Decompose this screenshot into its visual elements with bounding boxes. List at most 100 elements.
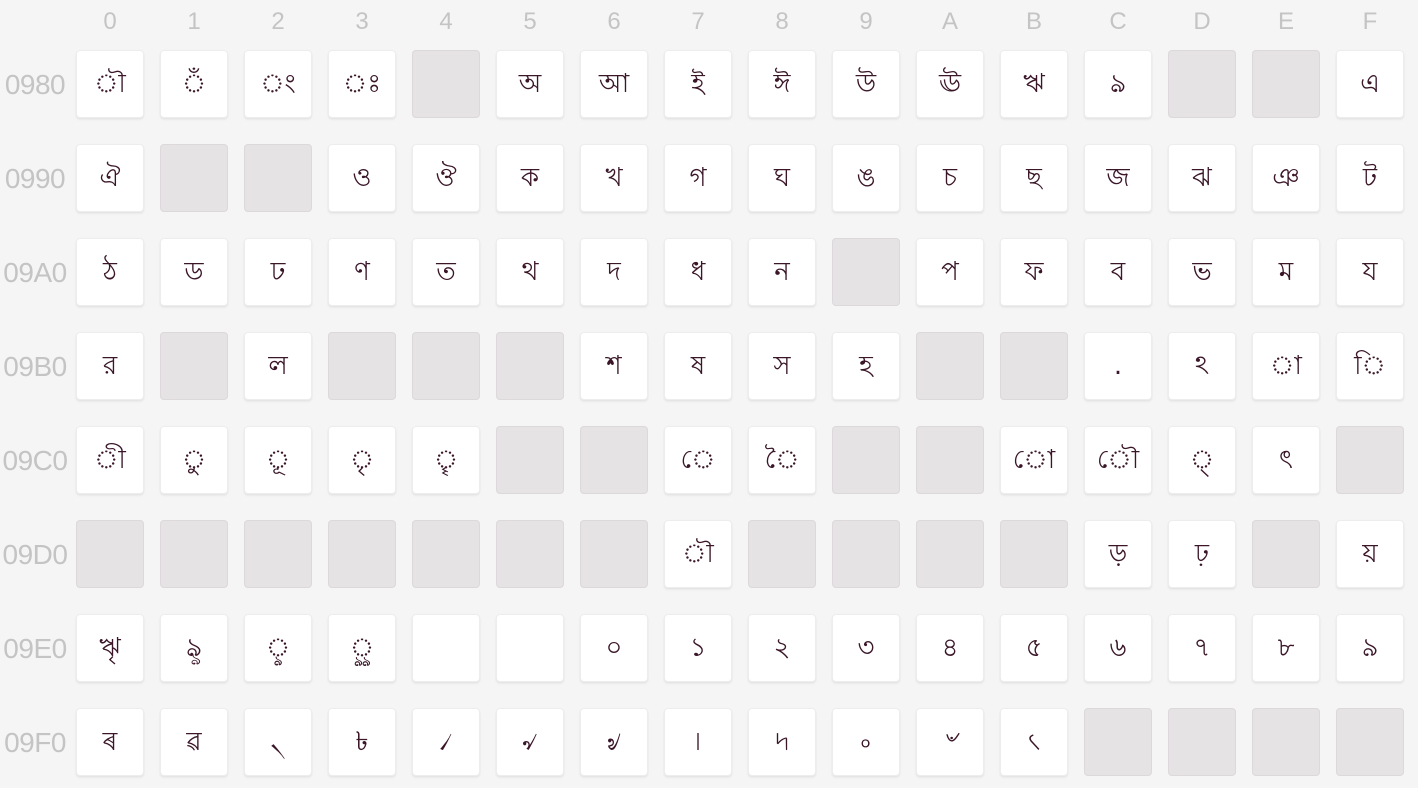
character-cell[interactable]: ৎ	[1252, 426, 1320, 494]
character-cell[interactable]: ম	[1252, 238, 1320, 306]
character-cell[interactable]: আ	[580, 50, 648, 118]
character-cell[interactable]: ৬	[1084, 614, 1152, 682]
character-cell[interactable]: শ	[580, 332, 648, 400]
character-cell[interactable]: গ	[664, 144, 732, 212]
character-cell[interactable]: ঞ	[1252, 144, 1320, 212]
character-cell[interactable]: অ	[496, 50, 564, 118]
character-cell[interactable]: ৣ	[328, 614, 396, 682]
character-cell[interactable]: ঝ	[1168, 144, 1236, 212]
character-cell[interactable]: খ	[580, 144, 648, 212]
character-cell[interactable]: ৰ	[76, 708, 144, 776]
character-cell[interactable]: ৳	[328, 708, 396, 776]
character-cell[interactable]: জ	[1084, 144, 1152, 212]
character-cell[interactable]: ড়	[1084, 520, 1152, 588]
character-cell[interactable]: ি	[1336, 332, 1404, 400]
character-cell[interactable]: ঌ	[1084, 50, 1152, 118]
character-cell[interactable]: ঊ	[916, 50, 984, 118]
character-cell[interactable]: উ	[832, 50, 900, 118]
character-cell[interactable]: ঋ	[1000, 50, 1068, 118]
character-cell[interactable]: ৗ	[664, 520, 732, 588]
character-cell[interactable]: ৱ	[160, 708, 228, 776]
character-cell[interactable]: ঈ	[748, 50, 816, 118]
character-cell[interactable]: ঃ	[328, 50, 396, 118]
character-cell[interactable]	[496, 614, 564, 682]
character-cell[interactable]: ৹	[832, 708, 900, 776]
character-cell[interactable]	[412, 614, 480, 682]
character-cell[interactable]: ঘ	[748, 144, 816, 212]
character-glyph: ধ	[690, 257, 706, 287]
character-cell[interactable]: ৵	[496, 708, 564, 776]
character-cell[interactable]: ৃ	[328, 426, 396, 494]
character-cell[interactable]: ৻	[1000, 708, 1068, 776]
character-cell[interactable]: ফ	[1000, 238, 1068, 306]
character-cell[interactable]: ব	[1084, 238, 1152, 306]
character-glyph: দ	[607, 257, 621, 287]
character-cell[interactable]: ে	[664, 426, 732, 494]
character-cell[interactable]: ৩	[832, 614, 900, 682]
character-cell[interactable]: ষ	[664, 332, 732, 400]
character-cell[interactable]: প	[916, 238, 984, 306]
character-cell[interactable]: ট	[1336, 144, 1404, 212]
character-cell[interactable]: ল	[244, 332, 312, 400]
character-cell[interactable]: ৪	[916, 614, 984, 682]
character-cell[interactable]: ৌ	[1084, 426, 1152, 494]
character-cell[interactable]: ধ	[664, 238, 732, 306]
character-cell[interactable]: ৷	[664, 708, 732, 776]
character-cell[interactable]: ছ	[1000, 144, 1068, 212]
character-cell[interactable]: ই	[664, 50, 732, 118]
column-header: 4	[439, 8, 453, 35]
character-cell[interactable]: ৫	[1000, 614, 1068, 682]
character-cell[interactable]: ৶	[580, 708, 648, 776]
character-cell[interactable]: ৺	[916, 708, 984, 776]
character-cell[interactable]: া	[1252, 332, 1320, 400]
character-cell[interactable]: ৭	[1168, 614, 1236, 682]
character-cell[interactable]: এ	[1336, 50, 1404, 118]
character-cell[interactable]: ৈ	[748, 426, 816, 494]
character-cell[interactable]: ৯	[1336, 614, 1404, 682]
character-cell[interactable]: স	[748, 332, 816, 400]
character-cell[interactable]: ৸	[748, 708, 816, 776]
character-cell[interactable]: ঽ	[1168, 332, 1236, 400]
character-cell[interactable]: ং	[244, 50, 312, 118]
character-cell[interactable]: ী	[76, 426, 144, 494]
character-cell[interactable]: ত	[412, 238, 480, 306]
character-cell[interactable]: ূ	[244, 426, 312, 494]
character-cell[interactable]: থ	[496, 238, 564, 306]
character-cell[interactable]: ও	[328, 144, 396, 212]
column-header: C	[1109, 8, 1127, 35]
character-cell[interactable]: ণ	[328, 238, 396, 306]
character-cell[interactable]: ৡ	[160, 614, 228, 682]
character-cell[interactable]: ু	[160, 426, 228, 494]
character-cell[interactable]: য়	[1336, 520, 1404, 588]
character-cell[interactable]: ্	[1168, 426, 1236, 494]
character-cell[interactable]: .	[1084, 332, 1152, 400]
character-cell[interactable]: চ	[916, 144, 984, 212]
character-cell[interactable]: ৲	[244, 708, 312, 776]
character-cell[interactable]: ঁ	[160, 50, 228, 118]
character-cell[interactable]: ঐ	[76, 144, 144, 212]
character-cell[interactable]: ড	[160, 238, 228, 306]
character-cell[interactable]: ৄ	[412, 426, 480, 494]
character-cell[interactable]: ৗ	[76, 50, 144, 118]
character-cell[interactable]: ক	[496, 144, 564, 212]
character-cell[interactable]: ৴	[412, 708, 480, 776]
character-cell[interactable]: ঙ	[832, 144, 900, 212]
character-cell[interactable]: ঠ	[76, 238, 144, 306]
character-cell[interactable]: ৮	[1252, 614, 1320, 682]
character-cell[interactable]: ো	[1000, 426, 1068, 494]
character-cell[interactable]: ঔ	[412, 144, 480, 212]
character-cell[interactable]: দ	[580, 238, 648, 306]
character-cell[interactable]: ৠ	[76, 614, 144, 682]
character-cell[interactable]: র	[76, 332, 144, 400]
character-cell[interactable]: ভ	[1168, 238, 1236, 306]
character-cell[interactable]: ২	[748, 614, 816, 682]
character-cell[interactable]: ঢ়	[1168, 520, 1236, 588]
character-cell[interactable]: ১	[664, 614, 732, 682]
character-glyph: ঐ	[99, 163, 121, 193]
character-cell[interactable]: ঢ	[244, 238, 312, 306]
character-cell[interactable]: ০	[580, 614, 648, 682]
character-cell[interactable]: ৢ	[244, 614, 312, 682]
character-cell[interactable]: ন	[748, 238, 816, 306]
character-cell[interactable]: য	[1336, 238, 1404, 306]
character-cell[interactable]: হ	[832, 332, 900, 400]
